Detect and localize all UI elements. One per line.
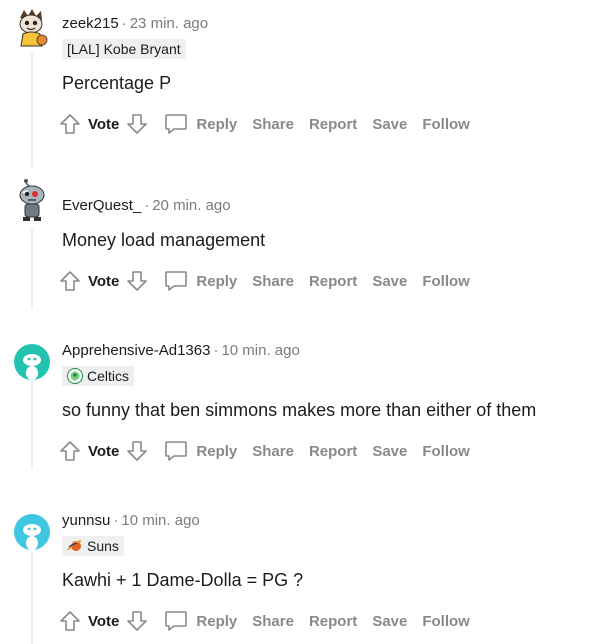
vote-count: Vote [88, 272, 120, 290]
share-button[interactable]: Share [252, 116, 294, 133]
avatar[interactable] [14, 8, 50, 47]
upvote-arrow-icon [60, 441, 80, 461]
comment-meta: EverQuest_ · 20 min. ago [62, 197, 231, 214]
reply-label: Reply [196, 115, 238, 133]
thread-line[interactable] [31, 228, 33, 310]
share-button[interactable]: Share [252, 273, 294, 290]
timestamp[interactable]: 23 min. ago [130, 15, 208, 32]
vote-count: Vote [88, 612, 120, 630]
avatar[interactable] [14, 514, 50, 550]
comment-bubble-icon [165, 114, 188, 134]
username[interactable]: Apprehensive-Ad1363 [62, 342, 210, 359]
snoo-avatar-icon [14, 344, 50, 380]
user-flair: Celtics [62, 366, 135, 386]
vote-count: Vote [88, 115, 120, 133]
separator: · [121, 15, 127, 32]
user-flair: Suns [62, 536, 124, 556]
save-button[interactable]: Save [372, 273, 407, 290]
celtics-logo-icon [67, 368, 83, 384]
upvote-button[interactable] [58, 269, 82, 293]
comment-actions: Vote Reply Share Report Save Follow [58, 437, 485, 465]
comment-bubble-icon [165, 271, 188, 291]
thread-line[interactable] [31, 52, 33, 167]
avatar[interactable] [14, 178, 50, 221]
report-button[interactable]: Report [309, 443, 357, 460]
downvote-button[interactable] [125, 269, 149, 293]
downvote-button[interactable] [125, 609, 149, 633]
upvote-button[interactable] [58, 609, 82, 633]
comment-body: Kawhi + 1 Dame-Dolla = PG ? [62, 570, 304, 590]
downvote-arrow-icon [127, 271, 148, 291]
follow-button[interactable]: Follow [422, 273, 470, 290]
report-button[interactable]: Report [309, 613, 357, 630]
downvote-button[interactable] [125, 439, 149, 463]
follow-button[interactable]: Follow [422, 443, 470, 460]
reply-label: Reply [196, 442, 238, 460]
comment-body: Percentage P [62, 73, 172, 93]
comment-meta: yunnsu · 10 min. ago [62, 512, 200, 529]
timestamp[interactable]: 10 min. ago [121, 512, 199, 529]
report-button[interactable]: Report [309, 116, 357, 133]
separator: · [144, 197, 150, 214]
timestamp[interactable]: 20 min. ago [152, 197, 230, 214]
thread-line[interactable] [31, 380, 33, 470]
separator: · [213, 342, 219, 359]
reply-button[interactable]: Reply [163, 111, 237, 137]
comment-meta: zeek215 · 23 min. ago [62, 15, 208, 32]
user-flair: [LAL] Kobe Bryant [62, 39, 186, 59]
username[interactable]: EverQuest_ [62, 197, 141, 214]
reply-label: Reply [196, 272, 238, 290]
downvote-button[interactable] [125, 112, 149, 136]
upvote-button[interactable] [58, 112, 82, 136]
comment-bubble-icon [165, 441, 188, 461]
reply-label: Reply [196, 612, 238, 630]
suns-logo-icon [67, 540, 82, 551]
share-button[interactable]: Share [252, 613, 294, 630]
snoo-avatar-icon [14, 514, 50, 550]
comment-bubble-icon [165, 611, 188, 631]
downvote-arrow-icon [127, 114, 148, 134]
upvote-arrow-icon [60, 611, 80, 631]
save-button[interactable]: Save [372, 613, 407, 630]
flair-text: Celtics [87, 368, 130, 384]
save-button[interactable]: Save [372, 443, 407, 460]
comment-actions: Vote Reply Share Report Save Follow [58, 267, 485, 295]
timestamp[interactable]: 10 min. ago [221, 342, 299, 359]
save-button[interactable]: Save [372, 116, 407, 133]
comment-meta: Apprehensive-Ad1363 · 10 min. ago [62, 342, 300, 359]
downvote-arrow-icon [127, 441, 148, 461]
snoo-avatar-icon [19, 179, 45, 221]
avatar[interactable] [14, 344, 50, 380]
username[interactable]: yunnsu [62, 512, 110, 529]
upvote-arrow-icon [60, 271, 80, 291]
flair-text: [LAL] Kobe Bryant [67, 41, 181, 57]
vote-count: Vote [88, 442, 120, 460]
thread-line[interactable] [31, 552, 33, 644]
reply-button[interactable]: Reply [163, 438, 237, 464]
separator: · [113, 512, 119, 529]
share-button[interactable]: Share [252, 443, 294, 460]
comment-actions: Vote Reply Share Report Save Follow [58, 110, 485, 138]
follow-button[interactable]: Follow [422, 116, 470, 133]
reply-button[interactable]: Reply [163, 608, 237, 634]
flair-text: Suns [87, 538, 119, 554]
snoo-avatar-icon [19, 9, 48, 47]
upvote-arrow-icon [60, 114, 80, 134]
username[interactable]: zeek215 [62, 15, 119, 32]
comment-body: Money load management [62, 230, 266, 250]
report-button[interactable]: Report [309, 273, 357, 290]
downvote-arrow-icon [127, 611, 148, 631]
upvote-button[interactable] [58, 439, 82, 463]
comment-actions: Vote Reply Share Report Save Follow [58, 607, 485, 635]
comment-body: so funny that ben simmons makes more tha… [62, 400, 537, 420]
follow-button[interactable]: Follow [422, 613, 470, 630]
reply-button[interactable]: Reply [163, 268, 237, 294]
